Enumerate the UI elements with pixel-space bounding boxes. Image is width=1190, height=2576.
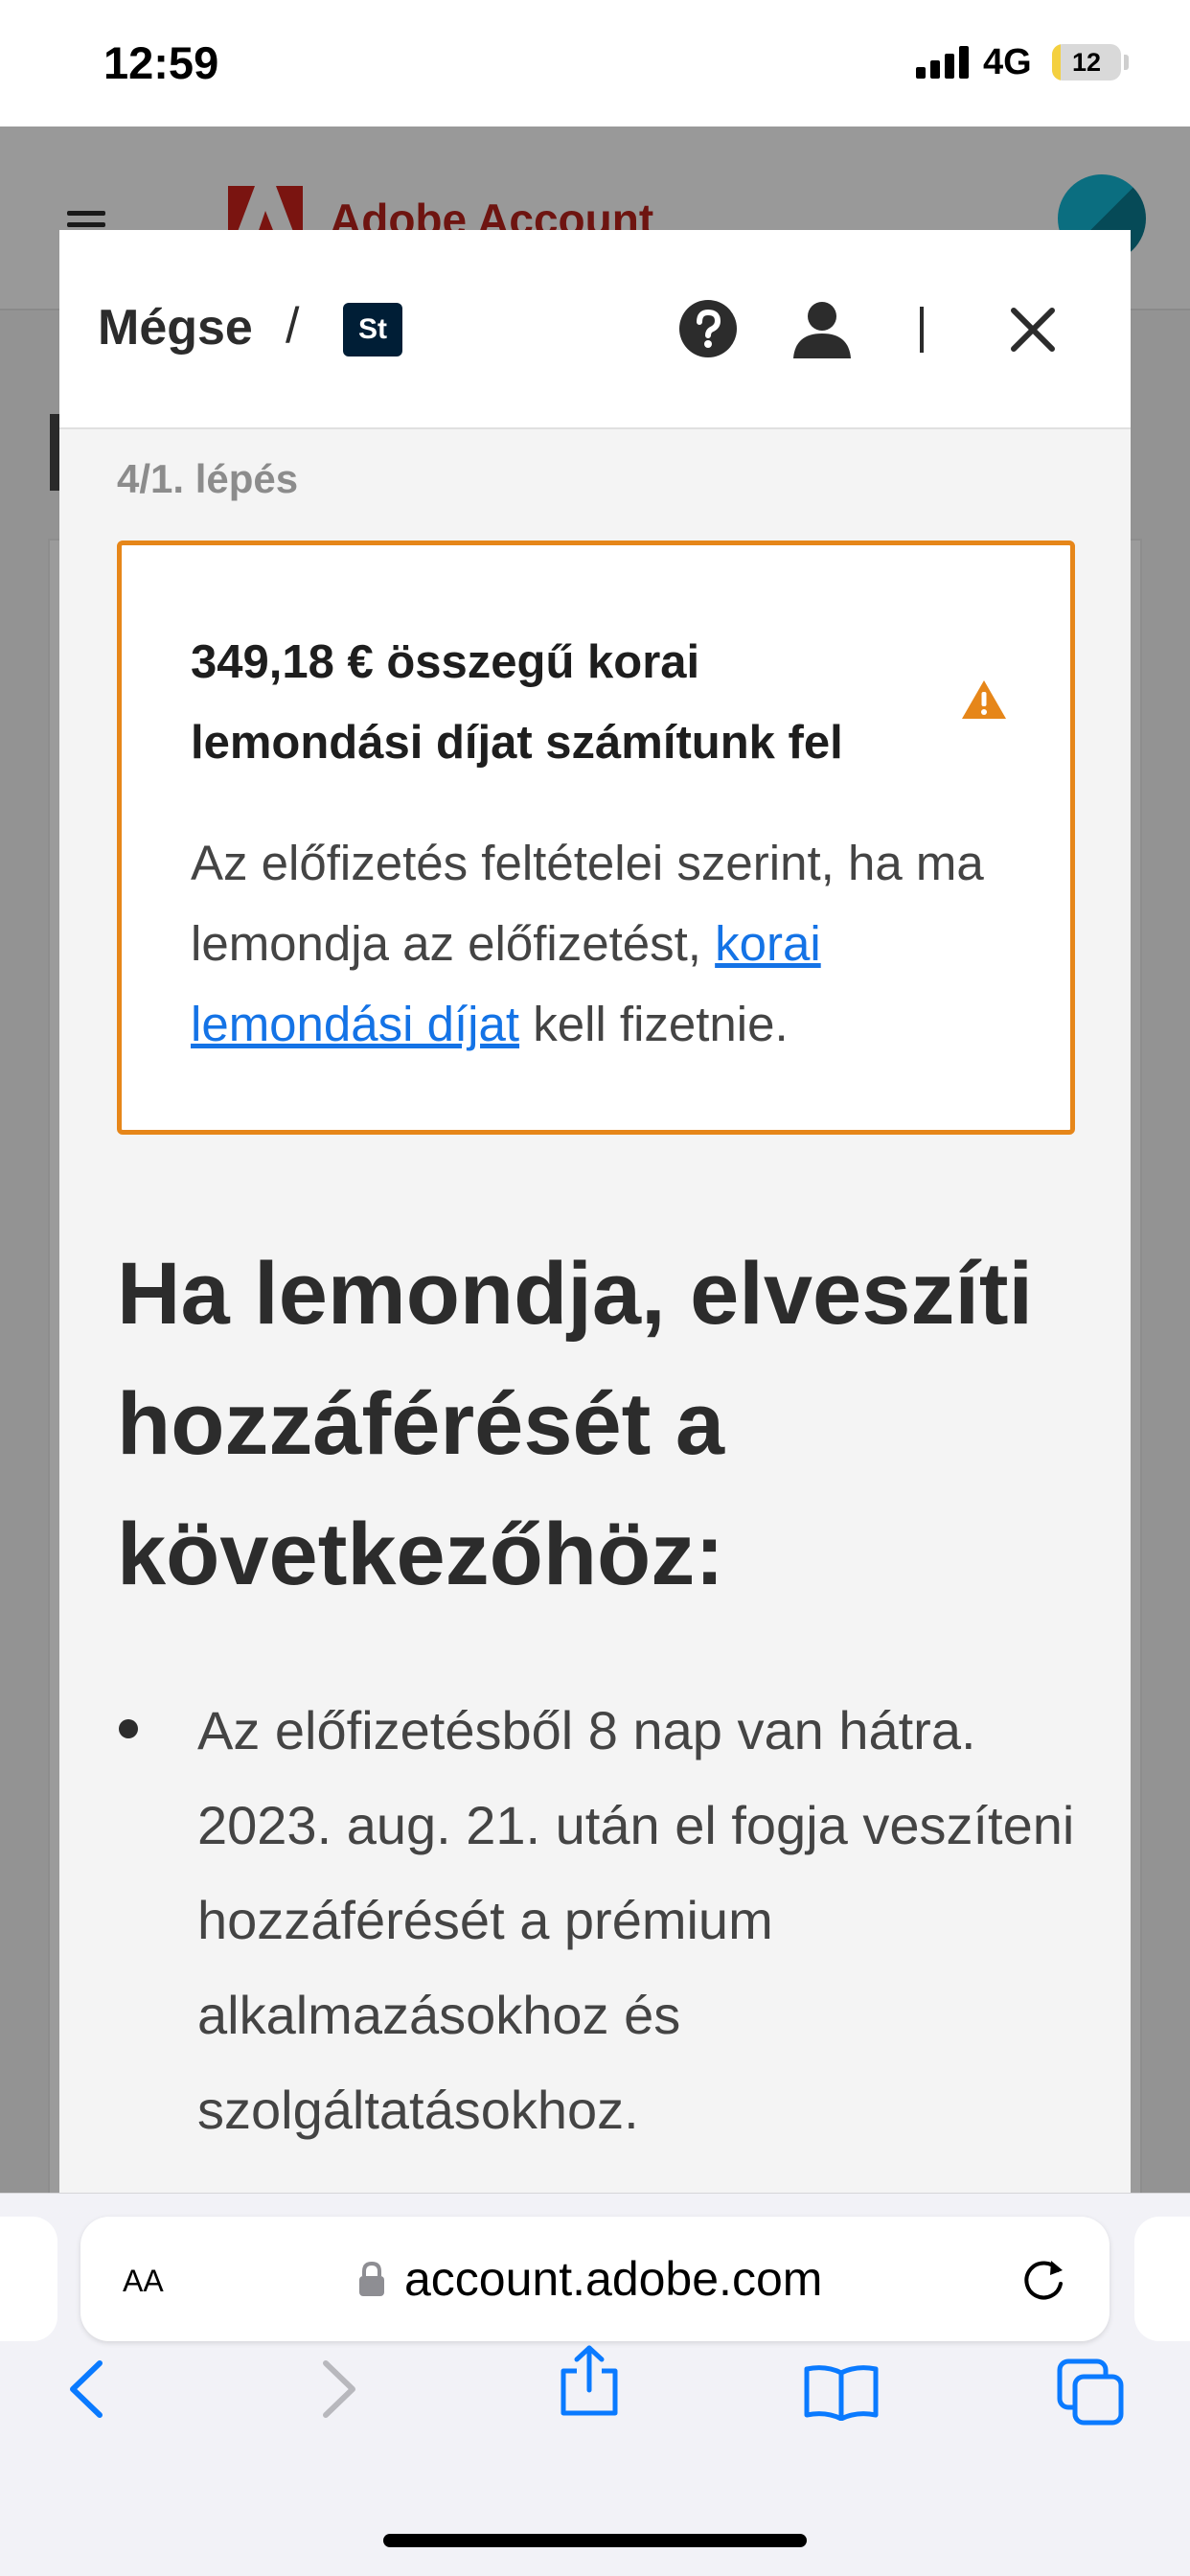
warning-title: 349,18 € összegű korai lemondási díjat s…: [191, 636, 843, 769]
user-icon[interactable]: [791, 297, 853, 358]
cancel-button[interactable]: Mégse: [98, 299, 253, 356]
list-item-text: Az előfizetésből 8 nap van hátra. 2023. …: [197, 1700, 1075, 2140]
bullet-icon: [119, 1719, 138, 1738]
text-size-button[interactable]: AA: [123, 2255, 164, 2301]
loss-list: Az előfizetésből 8 nap van hátra. 2023. …: [117, 1683, 1075, 2157]
share-icon[interactable]: [558, 2344, 621, 2417]
bookmarks-icon[interactable]: [803, 2363, 880, 2421]
forward-icon[interactable]: [318, 2358, 362, 2421]
battery-level: 12: [1071, 47, 1102, 77]
warning-text: Az előfizetés feltételei szerint, ha ma …: [191, 823, 1015, 1065]
tabs-icon[interactable]: [1056, 2358, 1125, 2426]
url-text[interactable]: account.adobe.com: [404, 2251, 822, 2307]
breadcrumb-separator: /: [286, 298, 300, 354]
text-size-label: AA: [123, 2264, 164, 2298]
battery-icon: 12: [1052, 44, 1121, 80]
warning-icon: [962, 680, 1006, 719]
battery-cap: [1124, 55, 1129, 70]
address-bar[interactable]: AA account.adobe.com: [80, 2217, 1110, 2341]
header-divider: [920, 307, 924, 353]
modal-header: Mégse / St: [59, 230, 1131, 429]
lock-icon: [359, 2261, 384, 2296]
warning-text-end: kell fizetnie.: [519, 997, 789, 1051]
home-indicator: [383, 2534, 807, 2547]
status-time: 12:59: [103, 37, 219, 88]
cancel-plan-modal: Mégse / St 4/1. lépés 349,18 € összegű k…: [59, 230, 1131, 2193]
next-tab-pill[interactable]: [1134, 2217, 1190, 2341]
network-type: 4G: [983, 42, 1032, 82]
stock-app-badge: St: [343, 303, 402, 356]
help-icon[interactable]: [678, 299, 738, 358]
early-termination-warning: 349,18 € összegű korai lemondási díjat s…: [117, 540, 1075, 1135]
close-icon[interactable]: [1008, 305, 1058, 355]
step-indicator: 4/1. lépés: [117, 456, 299, 501]
list-item: Az előfizetésből 8 nap van hátra. 2023. …: [117, 1683, 1075, 2157]
reload-icon[interactable]: [1019, 2255, 1067, 2303]
warning-text-start: Az előfizetés feltételei szerint, ha ma …: [191, 836, 984, 971]
modal-body: 4/1. lépés 349,18 € összegű korai lemond…: [117, 429, 1075, 2157]
previous-tab-pill[interactable]: [0, 2217, 57, 2341]
loss-heading: Ha lemondja, elveszíti hozzáférését a kö…: [117, 1245, 1034, 1603]
back-icon[interactable]: [63, 2358, 107, 2421]
cellular-signal-icon: [916, 46, 969, 79]
status-bar: 12:59 4G 12: [0, 0, 1190, 126]
